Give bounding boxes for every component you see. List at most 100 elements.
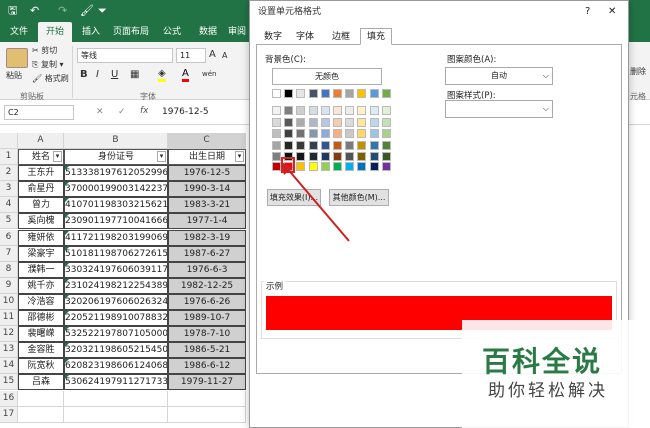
theme-color-swatch[interactable] — [381, 89, 391, 98]
theme-shade-swatch[interactable] — [320, 152, 330, 161]
format-painter-button[interactable]: 🖌 格式刷 — [32, 73, 69, 84]
name-cell[interactable]: 曾力 — [18, 197, 64, 214]
delete-button[interactable]: 删除 — [630, 66, 646, 77]
id-cell[interactable]: 410701198303215621 — [64, 197, 168, 214]
birth-date-cell[interactable]: 1986-5-21 — [168, 342, 246, 359]
theme-shade-swatch[interactable] — [284, 140, 294, 150]
name-cell[interactable]: 俞星丹 — [18, 181, 64, 198]
cut-button[interactable]: ✂ 剪切 — [32, 45, 57, 56]
theme-shade-swatch[interactable] — [284, 106, 294, 115]
name-box[interactable]: C2 — [4, 105, 74, 120]
empty-cell[interactable] — [168, 390, 246, 407]
paste-icon[interactable] — [6, 48, 28, 68]
empty-cell[interactable] — [18, 406, 64, 423]
enter-icon[interactable]: ✓ — [118, 107, 126, 117]
copy-button[interactable]: ⎘ 复制 ▾ — [32, 59, 64, 70]
theme-shade-swatch[interactable] — [357, 129, 367, 138]
theme-shade-swatch[interactable] — [308, 117, 318, 127]
name-cell[interactable]: 阮宽秋 — [18, 358, 64, 375]
help-icon[interactable]: ? — [585, 6, 590, 17]
birth-date-cell[interactable]: 1979-11-27 — [168, 374, 246, 391]
theme-shade-swatch[interactable] — [333, 152, 342, 161]
redo-icon[interactable]: ↷ — [58, 4, 67, 18]
theme-shade-swatch[interactable] — [345, 129, 355, 138]
name-cell[interactable]: 奚向槐 — [18, 213, 64, 230]
font-color-button[interactable]: A — [182, 68, 189, 82]
row-header[interactable]: 8 — [0, 261, 18, 278]
theme-color-swatch[interactable] — [369, 89, 379, 98]
formula-input[interactable]: 1976-12-5 — [162, 107, 209, 117]
row-header[interactable]: 13 — [0, 342, 18, 359]
birth-date-cell[interactable]: 1990-3-14 — [168, 181, 246, 198]
borders-icon[interactable]: ▦ — [130, 69, 139, 80]
tab-border[interactable]: 边框 — [324, 28, 358, 45]
id-cell[interactable]: 411721198203199069 — [64, 229, 168, 246]
cancel-icon[interactable]: ✕ — [96, 107, 104, 117]
name-cell[interactable]: 邵德彬 — [18, 310, 64, 327]
row-header[interactable]: 15 — [0, 374, 18, 391]
tab-data[interactable]: 数据 — [192, 22, 224, 42]
row-header[interactable]: 17 — [0, 406, 18, 423]
select-all[interactable] — [0, 133, 18, 149]
id-cell[interactable]: 320321198605215450 — [64, 342, 168, 359]
tab-file[interactable]: 文件 — [4, 22, 34, 42]
theme-shade-swatch[interactable] — [345, 106, 355, 115]
theme-shade-swatch[interactable] — [296, 129, 306, 138]
birth-date-cell[interactable]: 1976-6-3 — [168, 261, 246, 278]
birth-date-cell[interactable]: 1986-6-12 — [168, 358, 246, 375]
theme-shade-swatch[interactable] — [296, 106, 306, 115]
filter-dropdown-icon[interactable]: ▾ — [157, 151, 166, 162]
theme-shade-swatch[interactable] — [381, 117, 391, 127]
theme-shade-swatch[interactable] — [320, 140, 330, 150]
row-header[interactable]: 11 — [0, 310, 18, 327]
column-header[interactable]: A — [18, 133, 64, 149]
id-cell[interactable]: 530624197911271733 — [64, 374, 168, 391]
id-cell[interactable]: 620823198606124068 — [64, 358, 168, 375]
row-header[interactable]: 16 — [0, 390, 18, 407]
theme-shade-swatch[interactable] — [345, 117, 355, 127]
column-header[interactable]: B — [64, 133, 168, 149]
theme-shade-swatch[interactable] — [333, 129, 342, 138]
name-cell[interactable]: 王东升 — [18, 165, 64, 182]
birth-date-cell[interactable]: 1983-3-21 — [168, 197, 246, 214]
theme-color-swatch[interactable] — [333, 89, 342, 98]
tab-fill[interactable]: 填充 — [360, 28, 392, 45]
fill-color-icon[interactable]: ◈ — [158, 68, 166, 82]
row-header[interactable]: 4 — [0, 197, 18, 214]
empty-cell[interactable] — [64, 390, 168, 407]
theme-shade-swatch[interactable] — [369, 140, 379, 150]
font-size-box[interactable]: 11 — [176, 48, 206, 63]
theme-shade-swatch[interactable] — [381, 129, 391, 138]
name-cell[interactable]: 金容胜 — [18, 342, 64, 359]
row-header[interactable]: 2 — [0, 165, 18, 182]
filter-icon[interactable]: ⏷ — [98, 4, 107, 18]
pattern-color-select[interactable]: 自动 ⌵ — [445, 67, 553, 85]
row-header[interactable]: 14 — [0, 358, 18, 375]
name-cell[interactable]: 冷浩容 — [18, 293, 64, 310]
theme-color-swatch[interactable] — [320, 89, 330, 98]
theme-shade-swatch[interactable] — [369, 117, 379, 127]
tab-review[interactable]: 审阅 — [224, 22, 250, 42]
id-cell[interactable]: 220521198910078832 — [64, 310, 168, 327]
theme-color-swatch[interactable] — [272, 89, 281, 98]
theme-color-swatch[interactable] — [284, 89, 294, 98]
empty-cell[interactable] — [168, 406, 246, 423]
close-icon[interactable]: ✕ — [608, 6, 616, 17]
theme-shade-swatch[interactable] — [357, 152, 367, 161]
theme-shade-swatch[interactable] — [320, 129, 330, 138]
tab-number[interactable]: 数字 — [258, 28, 288, 45]
theme-shade-swatch[interactable] — [308, 106, 318, 115]
theme-shade-swatch[interactable] — [308, 140, 318, 150]
theme-shade-swatch[interactable] — [320, 106, 330, 115]
birth-date-cell[interactable]: 1976-6-26 — [168, 293, 246, 310]
theme-shade-swatch[interactable] — [381, 106, 391, 115]
theme-shade-swatch[interactable] — [381, 140, 391, 150]
birth-date-cell[interactable]: 1982-12-25 — [168, 277, 246, 294]
birth-date-cell[interactable]: 1976-12-5 — [168, 165, 246, 182]
id-cell[interactable]: 370000199003142237 — [64, 181, 168, 198]
theme-shade-swatch[interactable] — [369, 129, 379, 138]
filter-dropdown-icon[interactable]: ▾ — [235, 151, 244, 162]
name-cell[interactable]: 吕森 — [18, 374, 64, 391]
name-cell[interactable]: 濮韩一 — [18, 261, 64, 278]
birth-date-cell[interactable]: 1982-3-19 — [168, 229, 246, 246]
